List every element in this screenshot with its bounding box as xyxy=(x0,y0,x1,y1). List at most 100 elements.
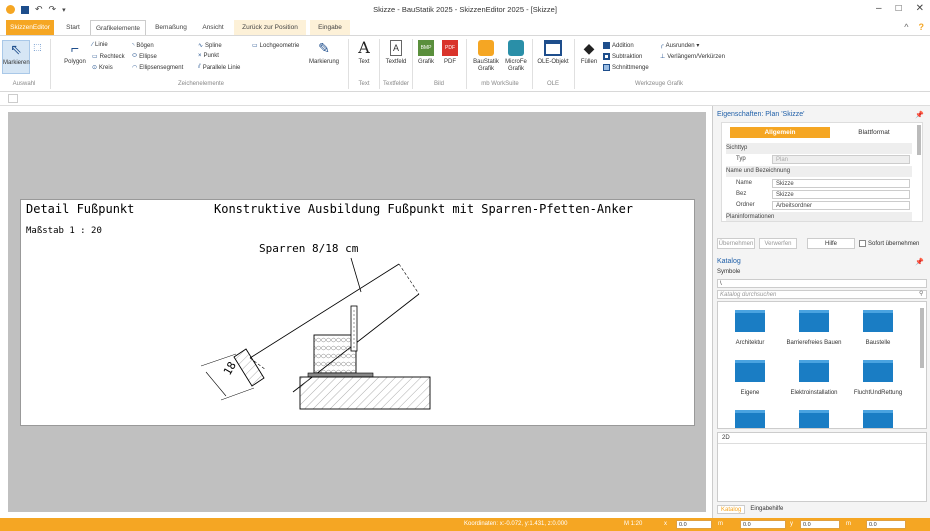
concrete-wall xyxy=(299,376,431,410)
scale-readout: M 1:20 xyxy=(624,521,643,527)
text-button[interactable]: A Text xyxy=(352,40,376,66)
ellipsensegment-button[interactable]: ◠ Ellipsensegment xyxy=(132,64,183,72)
lochgeometrie-button[interactable]: ▭ Lochgeometrie xyxy=(252,42,299,50)
tab-ansicht[interactable]: Ansicht xyxy=(196,20,230,35)
right-panel: Eigenschaften: Plan 'Skizze' 📌 Allgemein… xyxy=(712,106,930,518)
polygon-icon: ⌐ xyxy=(70,40,80,56)
title-bar: ↶ ↷ ▾ Skizze - BauStatik 2025 - SkizzenE… xyxy=(0,0,930,20)
subtraktion-button[interactable]: Subtraktion xyxy=(603,53,642,60)
boegen-label: Bögen xyxy=(136,42,154,49)
tab-start[interactable]: Start xyxy=(60,20,86,35)
punkt-button[interactable]: × Punkt xyxy=(198,53,219,59)
purlin xyxy=(313,334,357,374)
name-field[interactable]: Skizze xyxy=(772,179,910,188)
line-icon: ∕ xyxy=(92,42,94,48)
catalog-item[interactable]: FluchtUndRettung xyxy=(848,360,908,396)
catalog-search-input[interactable]: Katalog durchsuchen xyxy=(717,290,927,299)
catalog-symbols-label: Symbole xyxy=(717,269,741,275)
polygon-button[interactable]: ⌐ Polygon xyxy=(58,40,92,65)
catalog-path[interactable]: \ xyxy=(717,279,927,288)
dy-field[interactable]: 0.0 xyxy=(866,520,906,529)
checkbox-box[interactable] xyxy=(859,240,866,247)
minimize-button[interactable]: – xyxy=(876,3,882,14)
dx-field[interactable]: 0.0 xyxy=(740,520,786,529)
schnittmenge-button[interactable]: Schnittmenge xyxy=(603,64,649,71)
catalog-item[interactable]: Architektur xyxy=(720,310,780,346)
ole-objekt-label: OLE-Objekt xyxy=(537,59,569,65)
folder-icon xyxy=(735,360,765,382)
baustatik-grafik-button[interactable]: BauStatik Grafik xyxy=(470,40,502,73)
parallele-linie-button[interactable]: ⫽ Parallele Linie xyxy=(198,64,240,71)
verlaengern-button[interactable]: ⊥ Verlängern/Verkürzen xyxy=(660,53,725,61)
ordner-field[interactable]: Arbeitsordner xyxy=(772,201,910,210)
tab-eingabehilfe[interactable]: Eingabehilfe xyxy=(747,505,786,514)
hilfe-button[interactable]: Hilfe xyxy=(807,238,855,249)
y-field[interactable]: 0.0 xyxy=(800,520,840,529)
rechteck-label: Rechteck xyxy=(99,53,125,60)
tab-eingabe[interactable]: Eingabe xyxy=(310,20,350,35)
microfe-grafik-button[interactable]: MicroFe Grafik xyxy=(503,40,529,73)
catalog-item[interactable] xyxy=(784,410,844,428)
search-icon[interactable]: ⚲ xyxy=(919,290,923,297)
spline-label: Spline xyxy=(205,42,222,49)
section-name-bezeichnung: Name und Bezeichnung xyxy=(726,166,912,177)
kreis-button[interactable]: ⊙ Kreis xyxy=(92,64,113,72)
catalog-item[interactable]: Baustelle xyxy=(848,310,908,346)
verwerfen-button[interactable]: Verwerfen xyxy=(759,238,797,249)
ellipse-button[interactable]: ⬭ Ellipse xyxy=(132,53,157,60)
grafik-button[interactable]: BMP Grafik xyxy=(416,40,436,65)
tab-bemassung[interactable]: Bemaßung xyxy=(150,20,192,35)
catalog-pin-icon[interactable]: 📌 xyxy=(915,258,924,266)
typ-label: Typ xyxy=(736,156,746,162)
point-icon: × xyxy=(198,53,202,59)
linie-button[interactable]: ∕ Linie xyxy=(92,42,108,48)
catalog-item[interactable]: Barrierefreies Bauen xyxy=(784,310,844,346)
markieren-label: Markieren xyxy=(3,60,30,66)
rechteck-button[interactable]: ▭ Rechteck xyxy=(92,53,125,61)
ole-objekt-button[interactable]: OLE-Objekt xyxy=(536,40,570,65)
tab-zurueck-zur-position[interactable]: Zurück zur Position xyxy=(234,20,306,35)
catalog-item[interactable]: Elektroinstallation xyxy=(784,360,844,396)
markieren-button[interactable]: ⇖ Markieren xyxy=(2,40,30,74)
drawing-sheet[interactable]: Detail Fußpunkt Konstruktive Ausbildung … xyxy=(20,199,695,426)
pdf-button[interactable]: PDF PDF xyxy=(440,40,460,65)
coordinates-readout: Koordinaten: x:-0.072, y:1.431, z:0.000 xyxy=(464,521,568,527)
row-bez: Bez Skizze xyxy=(726,189,912,200)
sofort-checkbox[interactable]: Sofort übernehmen xyxy=(859,240,919,247)
catalog-item[interactable] xyxy=(720,410,780,428)
tab-skizzeneditor[interactable]: SkizzenEditor xyxy=(6,20,54,35)
textfeld-button[interactable]: A Textfeld xyxy=(382,40,410,65)
tab-allgemein[interactable]: Allgemein xyxy=(730,127,830,138)
catalog-item[interactable]: Eigene xyxy=(720,360,780,396)
tab-katalog[interactable]: Katalog xyxy=(717,505,746,514)
properties-scrollbar[interactable] xyxy=(917,125,921,155)
x-field[interactable]: 0.0 xyxy=(676,520,712,529)
addition-button[interactable]: Addition xyxy=(603,42,634,49)
close-button[interactable]: ✕ xyxy=(916,3,924,14)
properties-pin-icon[interactable]: 📌 xyxy=(915,111,924,119)
unit-label: m xyxy=(718,521,723,527)
markierung-button[interactable]: ✎ Markierung xyxy=(306,40,342,65)
boegen-button[interactable]: ◝ Bögen xyxy=(132,42,154,50)
maximize-button[interactable]: □ xyxy=(896,3,902,14)
uebernehmen-button[interactable]: Übernehmen xyxy=(717,238,755,249)
fuellen-button[interactable]: ◆ Füllen xyxy=(578,40,600,65)
lasso-select-icon[interactable]: ⬚ xyxy=(33,42,42,53)
collapse-ribbon-icon[interactable]: ^ xyxy=(904,22,908,32)
group-label-mb-worksuite: mb WorkSuite xyxy=(481,81,519,87)
punkt-label: Punkt xyxy=(203,53,219,59)
tab-grafikelemente[interactable]: Grafikelemente xyxy=(90,20,146,35)
hole-geometry-icon: ▭ xyxy=(252,43,258,49)
bez-field[interactable]: Skizze xyxy=(772,190,910,199)
kreis-label: Kreis xyxy=(99,64,113,71)
help-icon[interactable]: ? xyxy=(919,22,925,32)
subtract-icon xyxy=(603,53,610,60)
textfield-icon: A xyxy=(390,40,402,56)
catalog-item[interactable] xyxy=(848,410,908,428)
toolbar-field[interactable] xyxy=(8,94,18,103)
ausrunden-button[interactable]: ╭ Ausrunden ▾ xyxy=(660,42,699,49)
catalog-scrollbar[interactable] xyxy=(920,308,924,368)
tab-blattformat[interactable]: Blattformat xyxy=(834,127,914,138)
ribbon: ⇖ Markieren ⬚ Auswahl ⌐ Polygon ∕ Linie ▭… xyxy=(0,35,930,92)
spline-button[interactable]: ∿ Spline xyxy=(198,42,222,50)
